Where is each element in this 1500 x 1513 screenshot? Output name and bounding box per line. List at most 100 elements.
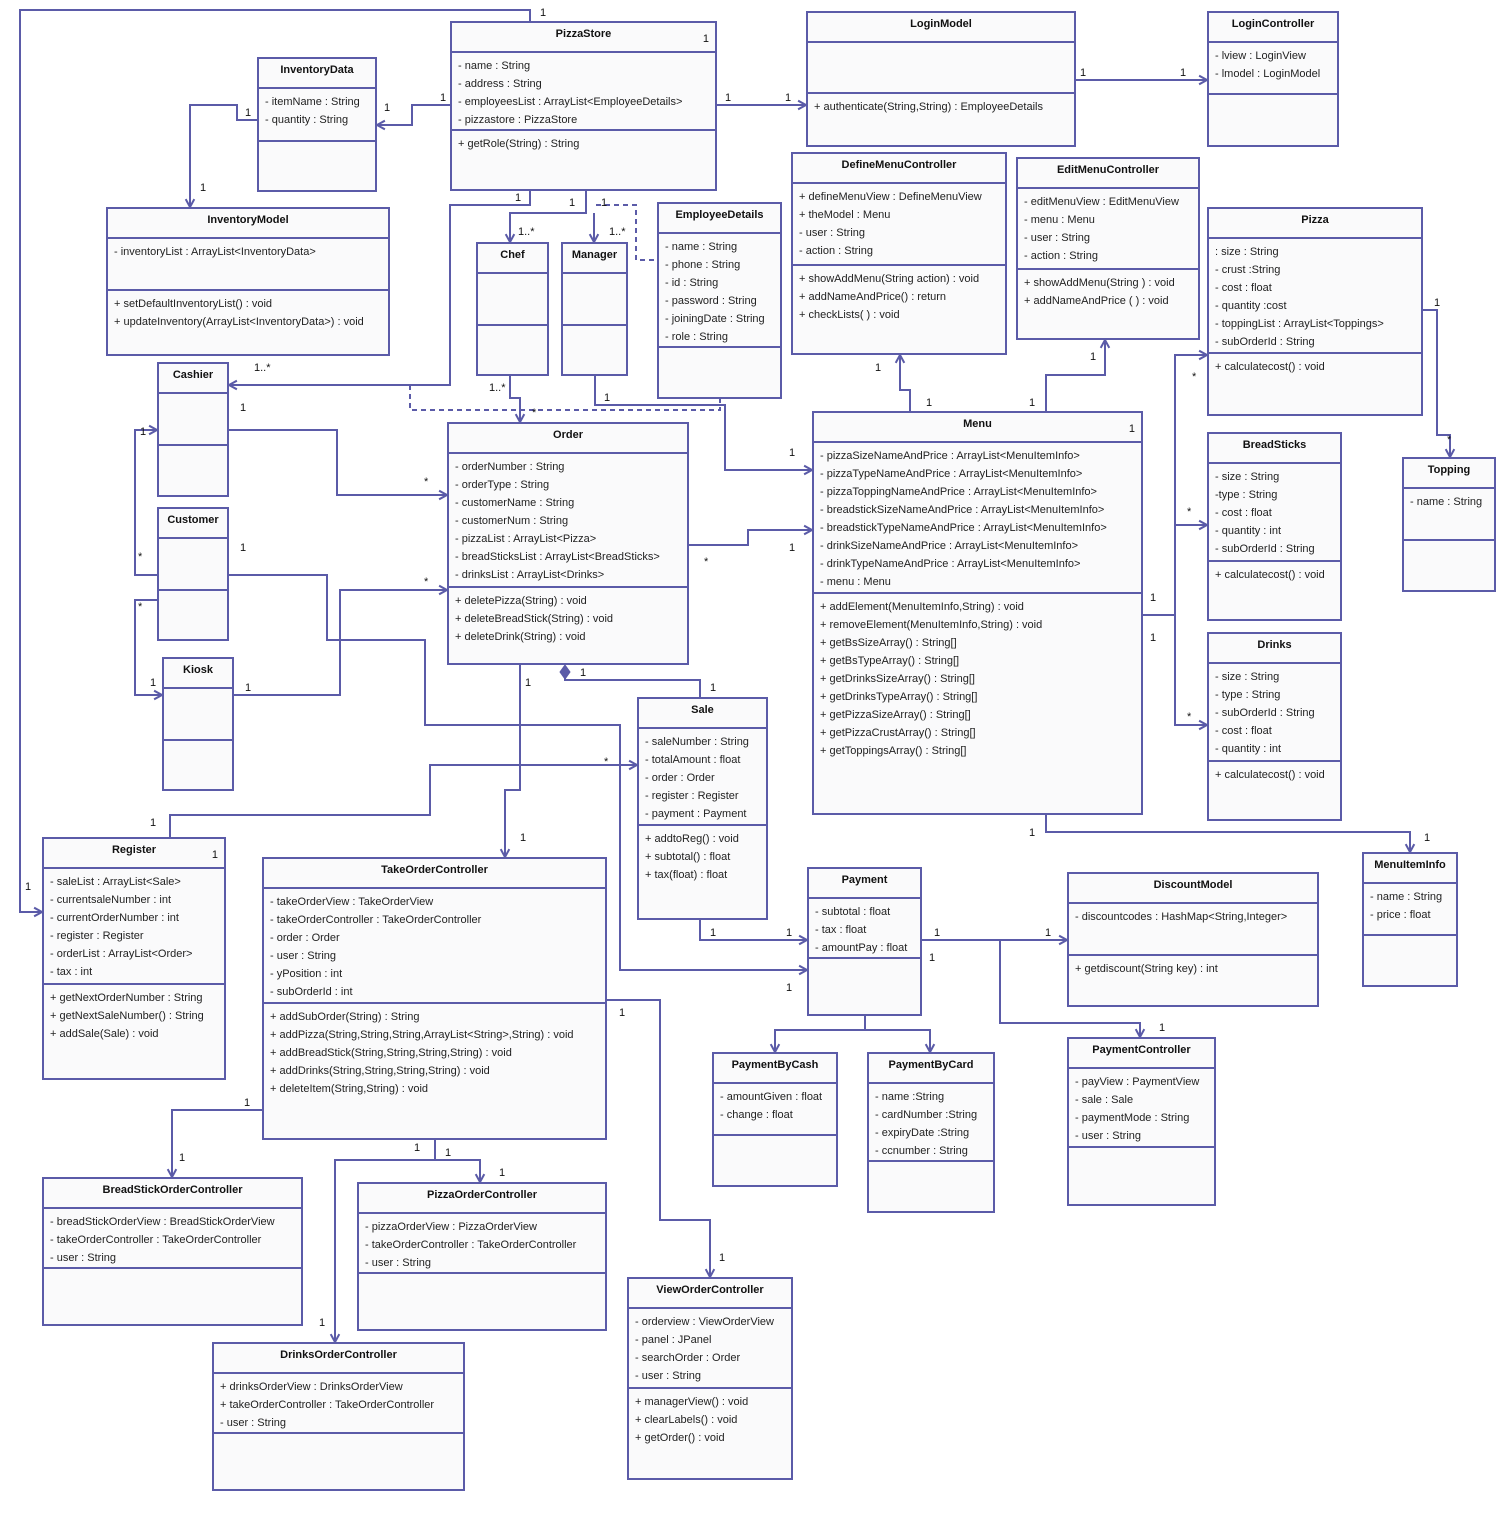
class-login-model[interactable]: LoginModel + authenticate(String,String) … [806, 11, 1076, 147]
method: + updateInventory(ArrayList<InventoryDat… [114, 316, 364, 328]
class-payment-by-cash[interactable]: PaymentByCash - amountGiven : float - chan… [712, 1052, 838, 1187]
attributes-section [478, 274, 547, 326]
attribute: - subOrderId : String [1215, 543, 1315, 555]
class-pizza-store[interactable]: PizzaStore 1 - name : String - address : St… [450, 21, 717, 191]
class-chef[interactable]: Chef [476, 242, 549, 376]
method: + addPizza(String,String,String,ArrayLis… [270, 1029, 574, 1041]
class-inventory-model[interactable]: InventoryModel - inventoryList : ArrayLis… [106, 207, 390, 356]
class-name: PaymentByCash [714, 1054, 836, 1084]
method: + setDefaultInventoryList() : void [114, 298, 273, 310]
methods-section [478, 326, 547, 374]
class-menu-item-info[interactable]: MenuItemInfo - name : String - price : flo… [1362, 852, 1458, 987]
attribute: - editMenuView : EditMenuView [1024, 196, 1179, 208]
class-name: Customer [159, 509, 227, 539]
attribute: - customerNum : String [455, 515, 569, 527]
attribute: - size : String [1215, 671, 1280, 683]
class-payment-by-card[interactable]: PaymentByCard - name :String - cardNumber … [867, 1052, 995, 1213]
method: + getNextOrderNumber : String [50, 992, 203, 1004]
attribute: - paymentMode : String [1075, 1112, 1190, 1124]
attribute: - orderview : ViewOrderView [635, 1316, 774, 1328]
class-name: MenuItemInfo [1364, 854, 1456, 884]
attributes-section: - size : String -type : String - cost : fl… [1209, 464, 1340, 562]
class-customer[interactable]: Customer [157, 507, 229, 641]
multiplicity-label: 1 [1424, 832, 1431, 844]
class-discount-model[interactable]: DiscountModel - discountcodes : HashMap<S… [1067, 872, 1319, 1007]
attribute: - user : String [50, 1252, 117, 1264]
class-define-menu-controller[interactable]: DefineMenuController + defineMenuView : D… [791, 152, 1007, 355]
attribute: - drinkSizeNameAndPrice : ArrayList<Menu… [820, 540, 1079, 552]
class-name: LoginController [1209, 13, 1337, 43]
class-manager[interactable]: Manager [561, 242, 628, 376]
multiplicity-label: 1 [414, 1142, 421, 1154]
class-inventory-data[interactable]: InventoryData - itemName : String - quanti… [257, 57, 377, 192]
attribute: - name :String [875, 1091, 945, 1103]
multiplicity-label: 1 [789, 542, 796, 554]
multiplicity-label: 1 [245, 107, 252, 119]
class-register[interactable]: Register 1 - saleList : ArrayList<Sale> - c… [42, 837, 226, 1080]
class-bread-stick-order-controller[interactable]: BreadStickOrderController - breadStickOrd… [42, 1177, 303, 1326]
class-view-order-controller[interactable]: ViewOrderController - orderview : ViewOrd… [627, 1277, 793, 1480]
class-pizza-order-controller[interactable]: PizzaOrderController - pizzaOrderView : P… [357, 1182, 607, 1331]
class-pizza[interactable]: Pizza: size : String - crust :String - cos… [1207, 207, 1423, 416]
attribute: - payView : PaymentView [1075, 1076, 1200, 1088]
multiplicity-label: 1 [499, 1167, 506, 1179]
method: + deleteDrink(String) : void [455, 631, 586, 643]
class-employee-details[interactable]: EmployeeDetails - name : String - phone : … [657, 202, 782, 399]
attribute: - name : String [665, 241, 738, 253]
class-cashier[interactable]: Cashier [157, 362, 229, 497]
association-line [865, 1029, 931, 1052]
multiplicity-label: 1 [1090, 351, 1097, 363]
multiplicity-label: * [704, 556, 709, 568]
class-sale[interactable]: Sale - saleNumber : String - totalAmount :… [637, 697, 768, 920]
methods-section: + authenticate(String,String) : Employee… [808, 94, 1074, 145]
attribute: - user : String [1024, 232, 1091, 244]
methods-section [714, 1136, 836, 1185]
methods-section: + addElement(MenuItemInfo,String) : void… [814, 594, 1141, 813]
attribute: - quantity : int [1215, 743, 1282, 755]
methods-section [563, 326, 626, 374]
attribute: - password : String [665, 295, 757, 307]
attribute: - pizzaSizeNameAndPrice : ArrayList<Menu… [820, 450, 1080, 462]
attributes-section: - name : String - address : String - emplo… [452, 53, 715, 131]
class-order[interactable]: Order - orderNumber : String - orderType :… [447, 422, 689, 665]
class-login-controller[interactable]: LoginController - lview : LoginView - lmod… [1207, 11, 1339, 147]
method: + showAddMenu(String action) : void [799, 273, 980, 285]
attribute: -type : String [1215, 489, 1278, 501]
attribute: - panel : JPanel [635, 1334, 712, 1346]
multiplicity-label: 1 [1080, 67, 1087, 79]
attribute: - register : Register [645, 790, 739, 802]
class-drinks[interactable]: Drinks - size : String - type : String - su… [1207, 632, 1342, 821]
attribute: - joiningDate : String [665, 313, 765, 325]
class-menu[interactable]: Menu 1 - pizzaSizeNameAndPrice : ArrayList… [812, 411, 1143, 815]
method: + getToppingsArray() : String[] [820, 745, 967, 757]
association-line [1174, 615, 1207, 726]
class-topping[interactable]: Topping - name : String [1402, 457, 1496, 592]
attribute: - name : String [458, 60, 531, 72]
class-payment[interactable]: Payment - subtotal : float - tax : float - … [807, 867, 922, 1016]
multiplicity-label: 1 [875, 362, 882, 374]
class-bread-sticks[interactable]: BreadSticks - size : String -type : String… [1207, 432, 1342, 621]
attribute: - name : String [1410, 496, 1483, 508]
class-kiosk[interactable]: Kiosk [162, 657, 234, 791]
attribute: - itemName : String [265, 96, 360, 108]
class-name: Topping [1404, 459, 1494, 489]
class-payment-controller[interactable]: PaymentController - payView : PaymentView… [1067, 1037, 1216, 1206]
attribute: - orderNumber : String [455, 461, 565, 473]
attribute: - takeOrderView : TakeOrderView [270, 896, 434, 908]
attributes-section: - saleNumber : String - totalAmount : flo… [639, 729, 766, 826]
attributes-section: - inventoryList : ArrayList<InventoryDat… [108, 239, 388, 291]
association-line [509, 376, 521, 422]
class-take-order-controller[interactable]: TakeOrderController - takeOrderView : Tak… [262, 857, 607, 1140]
multiplicity-label: 1 [150, 677, 157, 689]
attributes-section: + defineMenuView : DefineMenuView + theMo… [793, 184, 1005, 266]
class-name: InventoryData [259, 59, 375, 89]
class-name: ViewOrderController [629, 1279, 791, 1309]
multiplicity-label: * [532, 407, 537, 419]
attributes-section: - lview : LoginView - lmodel : LoginModel [1209, 43, 1337, 95]
method: + addBreadStick(String,String,String,Str… [270, 1047, 512, 1059]
attribute: - quantity :cost [1215, 300, 1287, 312]
class-drinks-order-controller[interactable]: DrinksOrderController + drinksOrderView :… [212, 1342, 465, 1491]
class-edit-menu-controller[interactable]: EditMenuController - editMenuView : EditM… [1016, 157, 1200, 340]
attribute: - currentsaleNumber : int [50, 894, 172, 906]
attribute: - address : String [458, 78, 542, 90]
